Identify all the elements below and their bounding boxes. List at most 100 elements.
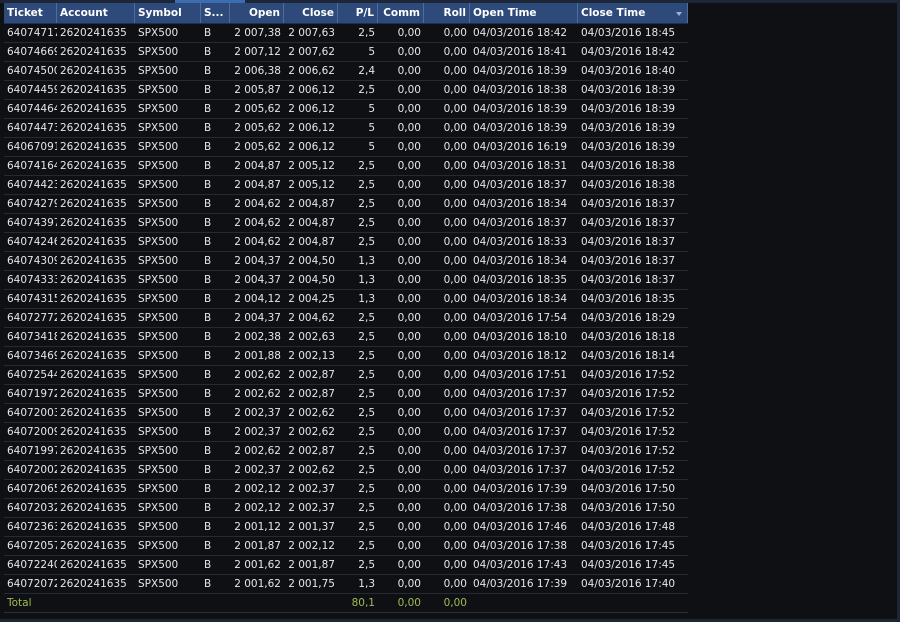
cell-comm: 0,00 — [397, 84, 421, 96]
table-row[interactable]: 64072003 2620241635 SPX500 B 2 002,37 2 002,6… — [4, 404, 688, 423]
column-header-close[interactable]: Close — [284, 3, 338, 23]
table-row[interactable]: 64072002 2620241635 SPX500 B 2 002,37 2 002,6… — [4, 461, 688, 480]
cell-symbol: SPX500 — [138, 65, 179, 77]
cell-comm: 0,00 — [397, 331, 421, 343]
table-row[interactable]: 64074279 2620241635 SPX500 B 2 004,62 2 004,8… — [4, 195, 688, 214]
cell-pl: 2,5 — [358, 388, 375, 400]
table-row[interactable]: 64072363 2620241635 SPX500 B 2 001,12 2 001,3… — [4, 518, 688, 537]
cell-close-time: 04/03/2016 18:14 — [581, 350, 676, 362]
table-row[interactable]: 64074500 2620241635 SPX500 B 2 006,38 2 006,6… — [4, 62, 688, 81]
cell-open: 2 001,87 — [234, 540, 281, 552]
table-row[interactable]: 64071972 2620241635 SPX500 B 2 002,62 2 002,8… — [4, 385, 688, 404]
table-row[interactable]: 64072057 2620241635 SPX500 B 2 001,87 2 002,1… — [4, 537, 688, 556]
cell-account: 2620241635 — [60, 521, 127, 533]
total-label: Total — [7, 597, 32, 609]
cell-close-time: 04/03/2016 18:39 — [581, 122, 676, 134]
column-header-account[interactable]: Account — [57, 3, 135, 23]
cell-symbol: SPX500 — [138, 217, 179, 229]
cell-open-time: 04/03/2016 18:35 — [473, 274, 568, 286]
cell-ticket: 64071972 — [7, 388, 57, 400]
table-row[interactable]: 64072065 2620241635 SPX500 B 2 002,12 2 002,3… — [4, 480, 688, 499]
cell-close-time: 04/03/2016 18:39 — [581, 84, 676, 96]
cell-close: 2 006,62 — [288, 65, 335, 77]
table-row[interactable]: 64074164 2620241635 SPX500 B 2 004,87 2 005,1… — [4, 157, 688, 176]
table-row[interactable]: 64073469 2620241635 SPX500 B 2 001,88 2 002,1… — [4, 347, 688, 366]
column-header-roll[interactable]: Roll — [424, 3, 470, 23]
cell-open: 2 004,62 — [234, 217, 281, 229]
column-header-close-time[interactable]: Close Time — [578, 3, 688, 23]
cell-open: 2 001,62 — [234, 559, 281, 571]
cell-ticket: 64074246 — [7, 236, 57, 248]
table-row[interactable]: 64074459 2620241635 SPX500 B 2 005,87 2 006,1… — [4, 81, 688, 100]
column-header-pl[interactable]: P/L — [338, 3, 378, 23]
cell-close-time: 04/03/2016 18:37 — [581, 236, 676, 248]
table-row[interactable]: 64074717 2620241635 SPX500 B 2 007,38 2 007,6… — [4, 24, 688, 43]
cell-close-time: 04/03/2016 18:38 — [581, 160, 676, 172]
table-row[interactable]: 64074473 2620241635 SPX500 B 2 005,62 2 006,1… — [4, 119, 688, 138]
cell-symbol: SPX500 — [138, 559, 179, 571]
cell-roll: 0,00 — [443, 179, 467, 191]
cell-pl: 2,5 — [358, 521, 375, 533]
cell-open-time: 04/03/2016 18:37 — [473, 179, 568, 191]
cell-close-time: 04/03/2016 18:35 — [581, 293, 676, 305]
cell-side: B — [204, 122, 212, 134]
cell-ticket: 64073469 — [7, 350, 57, 362]
cell-ticket: 64074397 — [7, 217, 57, 229]
cell-open: 2 005,62 — [234, 141, 281, 153]
cell-roll: 0,00 — [443, 312, 467, 324]
table-row[interactable]: 64072772 2620241635 SPX500 B 2 004,37 2 004,6… — [4, 309, 688, 328]
cell-pl: 2,5 — [358, 426, 375, 438]
table-row[interactable]: 64073418 2620241635 SPX500 B 2 002,38 2 002,6… — [4, 328, 688, 347]
table-row[interactable]: 64071997 2620241635 SPX500 B 2 002,62 2 002,8… — [4, 442, 688, 461]
cell-roll: 0,00 — [443, 141, 467, 153]
cell-comm: 0,00 — [397, 179, 421, 191]
cell-open-time: 04/03/2016 18:41 — [473, 46, 568, 58]
table-row[interactable]: 64067091 2620241635 SPX500 B 2 005,62 2 006,1… — [4, 138, 688, 157]
cell-side: B — [204, 331, 212, 343]
cell-open: 2 006,38 — [234, 65, 281, 77]
table-row[interactable]: 64074669 2620241635 SPX500 B 2 007,12 2 007,6… — [4, 43, 688, 62]
column-header-ticket[interactable]: Ticket — [4, 3, 57, 23]
cell-close: 2 001,37 — [288, 521, 335, 533]
cell-pl: 2,5 — [358, 407, 375, 419]
table-row[interactable]: 64074464 2620241635 SPX500 B 2 005,62 2 006,1… — [4, 100, 688, 119]
table-row[interactable]: 64074333 2620241635 SPX500 B 2 004,37 2 004,5… — [4, 271, 688, 290]
cell-comm: 0,00 — [397, 502, 421, 514]
table-row[interactable]: 64074309 2620241635 SPX500 B 2 004,37 2 004,5… — [4, 252, 688, 271]
column-header-open-time[interactable]: Open Time — [470, 3, 578, 23]
cell-comm: 0,00 — [397, 103, 421, 115]
table-row[interactable]: 64074397 2620241635 SPX500 B 2 004,62 2 004,8… — [4, 214, 688, 233]
cell-close: 2 006,12 — [288, 122, 335, 134]
cell-pl: 2,5 — [358, 217, 375, 229]
table-row[interactable]: 64072032 2620241635 SPX500 B 2 002,12 2 002,3… — [4, 499, 688, 518]
column-header-open[interactable]: Open — [230, 3, 284, 23]
cell-open-time: 04/03/2016 18:10 — [473, 331, 568, 343]
cell-account: 2620241635 — [60, 464, 127, 476]
cell-close: 2 002,13 — [288, 350, 335, 362]
table-row[interactable]: 64072240 2620241635 SPX500 B 2 001,62 2 001,8… — [4, 556, 688, 575]
cell-pl: 2,5 — [358, 179, 375, 191]
cell-symbol: SPX500 — [138, 540, 179, 552]
cell-pl: 2,5 — [358, 27, 375, 39]
cell-roll: 0,00 — [443, 84, 467, 96]
column-header-comm[interactable]: Comm — [378, 3, 424, 23]
table-row[interactable]: 64072009 2620241635 SPX500 B 2 002,37 2 002,6… — [4, 423, 688, 442]
cell-open-time: 04/03/2016 17:37 — [473, 426, 568, 438]
column-header-symbol[interactable]: Symbol — [135, 3, 201, 23]
table-row[interactable]: 64072072 2620241635 SPX500 B 2 001,62 2 001,7… — [4, 575, 688, 594]
cell-symbol: SPX500 — [138, 274, 179, 286]
cell-side: B — [204, 160, 212, 172]
table-row[interactable]: 64074423 2620241635 SPX500 B 2 004,87 2 005,1… — [4, 176, 688, 195]
total-comm: 0,00 — [397, 597, 421, 609]
table-row[interactable]: 64074315 2620241635 SPX500 B 2 004,12 2 004,2… — [4, 290, 688, 309]
cell-symbol: SPX500 — [138, 236, 179, 248]
cell-open: 2 002,62 — [234, 388, 281, 400]
cell-ticket: 64072772 — [7, 312, 57, 324]
table-row[interactable]: 64072544 2620241635 SPX500 B 2 002,62 2 002,8… — [4, 366, 688, 385]
cell-pl: 5 — [368, 46, 375, 58]
cell-side: B — [204, 274, 212, 286]
cell-roll: 0,00 — [443, 559, 467, 571]
cell-pl: 2,5 — [358, 540, 375, 552]
column-header-side[interactable]: S... — [201, 3, 230, 23]
table-row[interactable]: 64074246 2620241635 SPX500 B 2 004,62 2 004,8… — [4, 233, 688, 252]
